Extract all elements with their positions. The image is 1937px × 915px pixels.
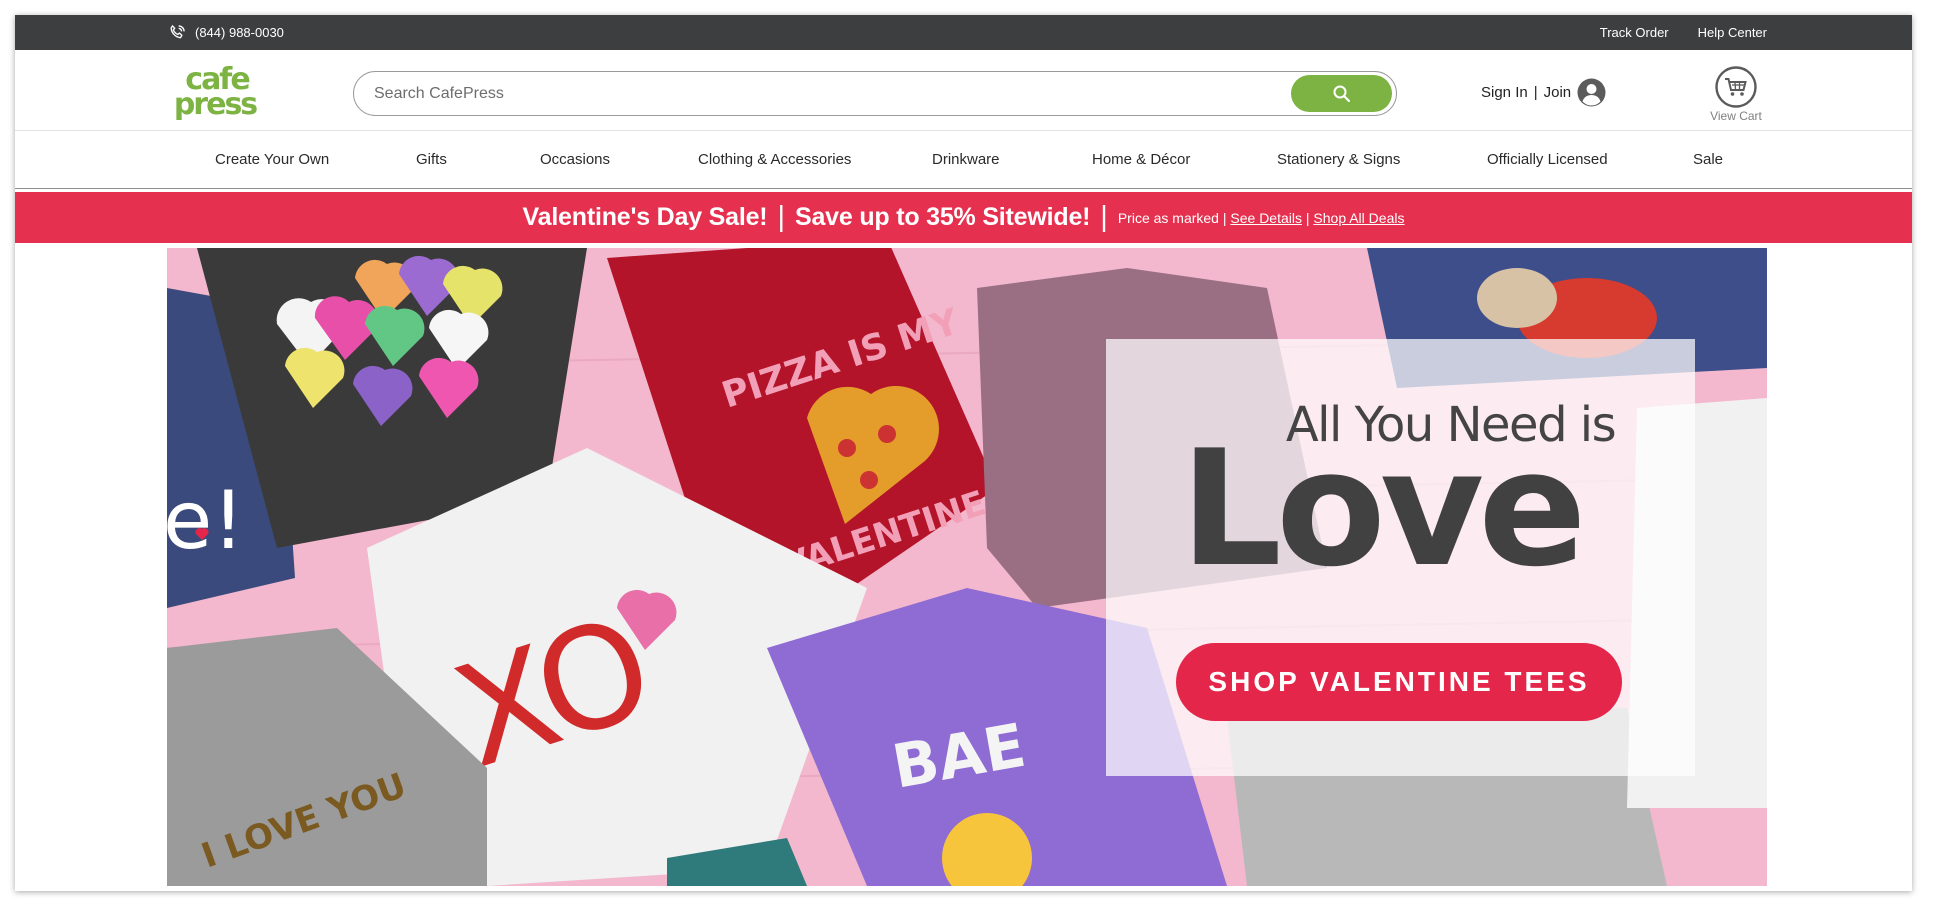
promo-offer: Save up to 35% Sitewide! [794, 203, 1091, 231]
nav-gifts[interactable]: Gifts [416, 151, 447, 168]
promo-pipe: | [1305, 209, 1310, 226]
svg-text:e!: e! [167, 474, 244, 567]
nav-create-your-own[interactable]: Create Your Own [215, 151, 329, 168]
hero-title: Love [1180, 415, 1587, 602]
main-navigation: Create Your Own Gifts Occasions Clothing… [15, 131, 1912, 189]
promo-banner: Valentine's Day Sale! | Save up to 35% S… [15, 192, 1912, 243]
promo-divider-1: | [777, 201, 785, 233]
search-icon [1333, 85, 1350, 102]
track-order-link[interactable]: Track Order [1600, 25, 1669, 40]
cafepress-logo[interactable]: cafe press [167, 62, 267, 120]
phone-number: (844) 988-0030 [195, 25, 284, 40]
phone-icon [170, 24, 185, 38]
account-links: Sign In | Join [1481, 78, 1606, 107]
nav-home-decor[interactable]: Home & Décor [1092, 151, 1190, 168]
nav-occasions[interactable]: Occasions [540, 151, 610, 168]
view-cart-label: View Cart [1710, 109, 1762, 123]
browser-page: (844) 988-0030 Track Order Help Center c… [15, 15, 1912, 891]
user-avatar-icon[interactable] [1577, 78, 1606, 107]
nav-drinkware[interactable]: Drinkware [932, 151, 1000, 168]
nav-sale[interactable]: Sale [1693, 151, 1723, 168]
shopping-cart-icon [1715, 66, 1757, 108]
promo-divider-2: | [1100, 201, 1108, 233]
search-bar [353, 71, 1397, 116]
view-cart-button[interactable]: View Cart [1701, 66, 1771, 123]
top-utility-bar: (844) 988-0030 Track Order Help Center [15, 15, 1912, 50]
search-input[interactable] [374, 72, 1254, 115]
phone-contact[interactable]: (844) 988-0030 [167, 15, 284, 50]
search-button[interactable] [1291, 75, 1392, 112]
price-note: Price as marked | [1117, 209, 1227, 226]
hero-text-card: All You Need is Love SHOP VALENTINE TEES [1106, 339, 1695, 776]
nav-stationery-signs[interactable]: Stationery & Signs [1277, 151, 1400, 168]
sign-in-link[interactable]: Sign In [1481, 84, 1528, 101]
site-header: cafe press Sign In | Join [15, 50, 1912, 131]
see-details-link[interactable]: See Details [1230, 210, 1302, 226]
logo-word-press: press [174, 87, 257, 120]
shop-valentine-tees-button[interactable]: SHOP VALENTINE TEES [1176, 643, 1622, 721]
promo-headline: Valentine's Day Sale! [522, 203, 768, 231]
join-link[interactable]: Join [1544, 84, 1572, 101]
hero-banner[interactable]: e! PIZZA IS MY VALENTINE XO BAE I LOVE Y… [167, 248, 1767, 886]
promo-details-links: Price as marked | See Details | Shop All… [1118, 210, 1405, 226]
shop-all-deals-link[interactable]: Shop All Deals [1313, 210, 1404, 226]
help-center-link[interactable]: Help Center [1698, 25, 1767, 40]
nav-clothing-accessories[interactable]: Clothing & Accessories [698, 151, 851, 168]
utility-links: Track Order Help Center [1600, 15, 1767, 50]
nav-officially-licensed[interactable]: Officially Licensed [1487, 151, 1608, 168]
account-separator: | [1533, 84, 1538, 101]
